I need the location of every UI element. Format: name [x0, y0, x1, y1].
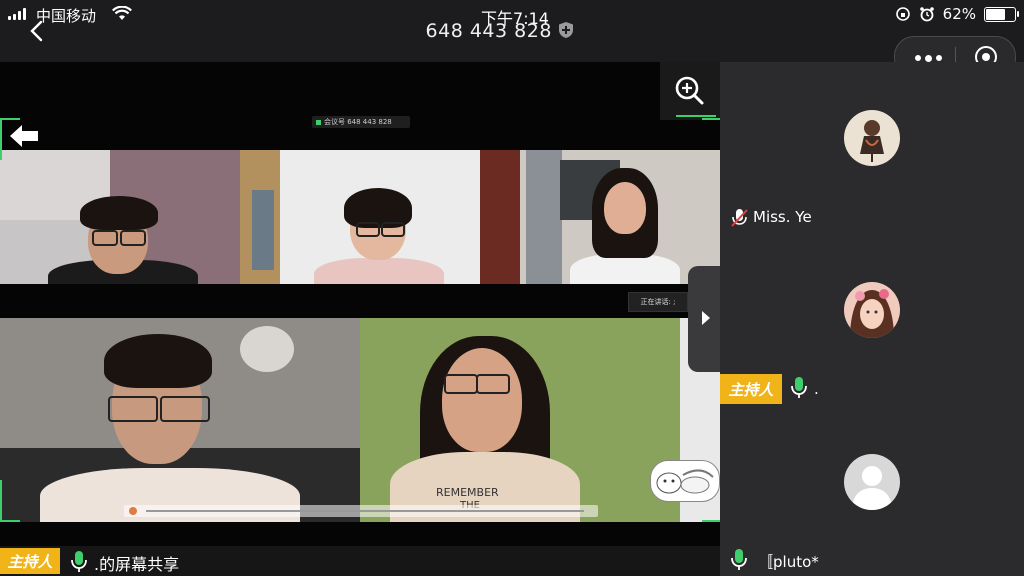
back-icon[interactable]	[26, 20, 48, 42]
video-tile	[480, 150, 720, 284]
rotation-lock-icon	[895, 7, 910, 21]
avatar[interactable]	[844, 282, 900, 338]
screen-share-label: .的屏幕共享	[94, 555, 180, 574]
meeting-pill-text: 会议号 648 443 828	[324, 118, 392, 126]
video-progress-bar[interactable]	[124, 505, 598, 517]
frame-corner	[702, 118, 722, 160]
mic-icon	[731, 549, 747, 570]
status-icons: 62%	[895, 5, 1019, 23]
video-tile	[240, 150, 480, 284]
next-page-button[interactable]	[688, 266, 720, 372]
screen-share-view: REMEMBER THE	[0, 62, 720, 546]
speaking-indicator: 正在讲话: ;	[628, 292, 688, 312]
participant-name: 〚pluto*	[758, 553, 819, 571]
meeting-id-title: 648 443 828	[420, 20, 580, 42]
next-arrow-icon	[702, 311, 710, 325]
arrow-left-icon[interactable]	[6, 122, 42, 150]
zoom-icon	[675, 76, 716, 117]
participant-panel: Miss. Ye . 〚pluto*	[720, 62, 1024, 576]
battery-icon	[984, 6, 1019, 22]
host-badge: 主持人	[0, 548, 60, 574]
host-badge: 主持人	[720, 374, 782, 404]
participant-name: .	[814, 380, 819, 398]
sticker-image	[650, 460, 720, 502]
meeting-id-text: 648 443 828	[425, 20, 552, 42]
avatar[interactable]	[844, 110, 900, 166]
video-tile	[0, 150, 240, 284]
battery-percent: 62%	[942, 5, 976, 23]
zoom-button[interactable]	[660, 62, 720, 120]
video-tile	[0, 318, 360, 522]
mic-icon	[791, 377, 807, 398]
meeting-id-pill: 会议号 648 443 828	[312, 116, 410, 128]
participant-name: Miss. Ye	[753, 208, 812, 226]
shield-icon	[559, 22, 574, 38]
avatar[interactable]	[844, 454, 900, 510]
more-icon[interactable]	[915, 54, 942, 62]
signal-icon	[8, 8, 26, 20]
mic-muted-icon	[731, 209, 748, 227]
mic-icon	[71, 551, 87, 572]
wifi-icon	[112, 6, 132, 20]
frame-corner	[0, 480, 20, 522]
alarm-icon	[919, 7, 934, 22]
